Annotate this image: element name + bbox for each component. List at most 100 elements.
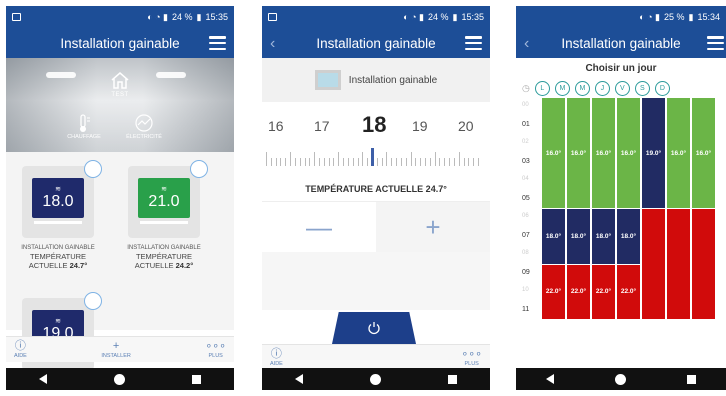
room-name: TEST — [111, 92, 129, 98]
dial-tick — [299, 158, 301, 166]
decrease-button[interactable]: — — [262, 202, 376, 252]
back-arrow-icon[interactable]: ‹ — [524, 35, 529, 53]
dial-tick — [270, 158, 272, 166]
hamburger-menu-icon[interactable] — [707, 36, 724, 50]
schedule-block[interactable]: 22.0° — [617, 264, 640, 320]
day-column[interactable]: 16.0° 18.0° 22.0° — [567, 98, 591, 320]
day-button[interactable]: J — [594, 80, 610, 96]
dial-tick — [468, 158, 470, 166]
dial-tick — [343, 158, 345, 166]
install-tab[interactable]: + INSTALLER — [101, 339, 131, 359]
thermometer-icon — [80, 114, 90, 132]
schedule-block[interactable]: 16.0° — [567, 98, 590, 209]
schedule-block[interactable]: 18.0° — [592, 209, 615, 265]
schedule-block[interactable] — [667, 209, 690, 320]
hour-label: 05 — [522, 194, 530, 202]
dial-tick — [275, 158, 277, 166]
select-radio[interactable] — [84, 292, 102, 310]
dial-tick — [463, 158, 465, 166]
hour-label: 11 — [522, 305, 530, 313]
wifi-icon: ≋ — [55, 185, 61, 193]
dial-tick — [478, 158, 479, 166]
android-nav-bar — [516, 368, 726, 390]
select-radio[interactable] — [190, 160, 208, 178]
dial-ticks[interactable] — [266, 148, 486, 166]
dial-tick — [280, 158, 282, 166]
day-button[interactable]: V — [614, 80, 630, 96]
schedule-block[interactable]: 16.0° — [617, 98, 640, 209]
schedule-block[interactable]: 16.0° — [542, 98, 565, 209]
app-title: Installation gainable — [561, 35, 681, 51]
back-nav-icon[interactable] — [295, 374, 304, 384]
heating-shortcut[interactable]: CHAUFFAGE — [64, 112, 104, 140]
electricity-shortcut[interactable]: ÉLECTRICITÉ — [122, 112, 166, 140]
app-bar: ‹ Installation gainable — [516, 28, 726, 58]
day-column[interactable]: 19.0° — [642, 98, 666, 320]
dial-tick — [449, 158, 451, 166]
hamburger-menu-icon[interactable] — [465, 36, 482, 50]
dial-cursor[interactable] — [371, 148, 374, 166]
home-nav-icon[interactable] — [113, 373, 125, 385]
dial-tick — [285, 158, 287, 166]
hour-label: 04 — [522, 176, 529, 182]
day-button[interactable]: D — [654, 80, 670, 96]
phone-home-screen: ◐ ◔ ▮ 24 % ▮ 15:35 Installation gainable… — [6, 6, 234, 390]
schedule-block[interactable]: 16.0° — [692, 98, 715, 209]
day-column[interactable]: 16.0° — [692, 98, 716, 320]
scale-value: 16 — [268, 118, 284, 134]
dial-tick — [396, 158, 398, 166]
dial-tick — [386, 152, 388, 166]
day-column[interactable]: 16.0° — [667, 98, 691, 320]
recents-nav-icon[interactable] — [191, 374, 201, 384]
home-nav-icon[interactable] — [369, 373, 381, 385]
day-button[interactable]: M — [554, 80, 570, 96]
back-nav-icon[interactable] — [39, 374, 48, 384]
room-banner[interactable]: TEST CHAUFFAGE ÉLECTRICITÉ — [6, 58, 234, 152]
more-tab[interactable]: ∘∘∘ PLUS — [461, 347, 482, 367]
clock-icon[interactable]: ◷ — [522, 83, 530, 94]
schedule-block[interactable] — [692, 209, 715, 320]
schedule-block[interactable]: 22.0° — [567, 264, 590, 320]
day-button[interactable]: L — [534, 80, 550, 96]
help-tab[interactable]: ⓘ AIDE — [270, 347, 283, 367]
schedule-block[interactable]: 16.0° — [667, 98, 690, 209]
schedule-block[interactable]: 18.0° — [617, 209, 640, 265]
schedule-block[interactable]: 16.0° — [592, 98, 615, 209]
schedule-block[interactable] — [642, 209, 665, 320]
phone-schedule-screen: ◐ ◔ ▮ 25 % ▮ 15:34 ‹ Installation gainab… — [516, 6, 726, 390]
schedule-block[interactable]: 18.0° — [567, 209, 590, 265]
hour-label: 03 — [522, 157, 530, 165]
signal-icon: ◐ ◔ ▮ — [639, 11, 660, 22]
battery-icon: ▮ — [452, 11, 458, 22]
home-nav-icon[interactable] — [614, 373, 626, 385]
dial-tick — [290, 152, 292, 166]
schedule-block[interactable]: 18.0° — [542, 209, 565, 265]
dial-tick — [439, 158, 441, 166]
back-arrow-icon[interactable]: ‹ — [270, 35, 275, 53]
recents-nav-icon[interactable] — [686, 374, 696, 384]
temperature-dial[interactable]: 16 17 18 19 20 — [262, 102, 490, 176]
day-column[interactable]: 16.0° 18.0° 22.0° — [592, 98, 616, 320]
day-button[interactable]: M — [574, 80, 590, 96]
day-column[interactable]: 16.0° 18.0° 22.0° — [617, 98, 641, 320]
hamburger-menu-icon[interactable] — [209, 36, 226, 50]
schedule-block[interactable]: 19.0° — [642, 98, 665, 209]
back-nav-icon[interactable] — [546, 374, 555, 384]
more-tab[interactable]: ∘∘∘ PLUS — [205, 339, 226, 359]
day-button[interactable]: S — [634, 80, 650, 96]
notification-icon — [12, 13, 21, 21]
current-temp: 24.7° — [69, 261, 88, 270]
schedule-block[interactable]: 22.0° — [542, 264, 565, 320]
help-tab[interactable]: ⓘ AIDE — [14, 339, 27, 359]
increase-button[interactable]: + — [376, 202, 490, 252]
recents-nav-icon[interactable] — [447, 374, 457, 384]
select-radio[interactable] — [84, 160, 102, 178]
day-column[interactable]: 16.0° 18.0° 22.0° — [542, 98, 566, 320]
schedule-block[interactable]: 22.0° — [592, 264, 615, 320]
hour-label: 02 — [522, 139, 529, 145]
dial-tick — [429, 158, 431, 166]
dial-tick — [319, 158, 320, 166]
power-button[interactable] — [332, 312, 416, 344]
device-header: Installation gainable — [262, 58, 490, 102]
home-icon[interactable] — [110, 70, 130, 90]
